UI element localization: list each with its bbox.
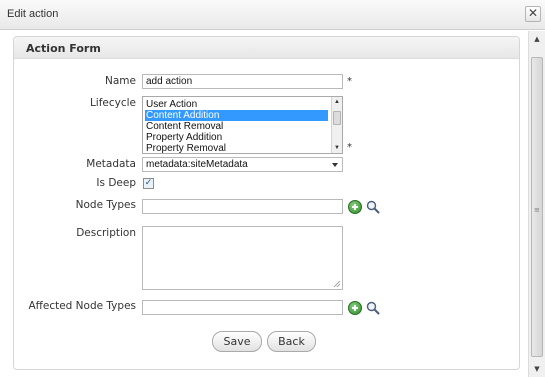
- name-input[interactable]: add action: [142, 74, 343, 89]
- panel-header: Action Form: [14, 37, 519, 59]
- dialog-content: Action Form Name add action * Lifecycle …: [0, 31, 527, 377]
- lifecycle-label: Lifecycle: [89, 97, 136, 109]
- save-button[interactable]: Save: [212, 331, 262, 352]
- lifecycle-listbox[interactable]: User Action Content Addition Content Rem…: [142, 96, 343, 154]
- node-types-input[interactable]: [142, 199, 343, 214]
- lifecycle-option[interactable]: Content Removal: [145, 121, 223, 132]
- add-icon[interactable]: [348, 200, 362, 214]
- description-label: Description: [76, 227, 136, 239]
- lifecycle-scroll-thumb[interactable]: [333, 111, 341, 125]
- lifecycle-option[interactable]: Property Removal: [145, 143, 226, 153]
- dialog-titlebar: Edit action ✕: [0, 0, 545, 30]
- description-textarea[interactable]: [142, 226, 343, 290]
- resize-grip-icon[interactable]: [334, 281, 340, 287]
- is-deep-checkbox[interactable]: ✓: [143, 178, 154, 189]
- name-label: Name: [105, 75, 136, 87]
- lifecycle-required-mark: *: [347, 142, 352, 153]
- dialog-scrollbar[interactable]: ▲ ≡ ▼: [528, 31, 545, 377]
- add-icon[interactable]: [348, 301, 362, 315]
- scroll-up-icon[interactable]: ▲: [332, 97, 342, 107]
- lifecycle-option-selected[interactable]: Content Addition: [145, 110, 328, 121]
- affected-node-types-label: Affected Node Types: [28, 300, 136, 312]
- affected-node-types-input[interactable]: [142, 300, 343, 315]
- panel-title: Action Form: [26, 42, 101, 55]
- is-deep-label: Is Deep: [96, 177, 136, 189]
- metadata-select[interactable]: metadata:siteMetadata: [142, 157, 343, 172]
- lifecycle-option[interactable]: User Action: [145, 99, 197, 110]
- search-icon[interactable]: [366, 301, 380, 315]
- dialog-title: Edit action: [7, 8, 59, 20]
- metadata-label: Metadata: [86, 158, 136, 170]
- lifecycle-scrollbar[interactable]: ▲ ▼: [331, 97, 342, 153]
- scroll-grip-icon: ≡: [534, 206, 540, 214]
- node-types-label: Node Types: [75, 199, 136, 211]
- action-form-panel: Action Form Name add action * Lifecycle …: [13, 36, 520, 370]
- chevron-down-icon: [332, 163, 338, 167]
- lifecycle-option[interactable]: Property Addition: [145, 132, 222, 143]
- scroll-up-icon[interactable]: ▲: [529, 31, 545, 47]
- metadata-value: metadata:siteMetadata: [146, 159, 248, 170]
- scroll-down-icon[interactable]: ▼: [332, 143, 342, 153]
- scroll-down-icon[interactable]: ▼: [529, 361, 545, 377]
- close-icon[interactable]: ✕: [525, 6, 541, 22]
- search-icon[interactable]: [366, 200, 380, 214]
- name-required-mark: *: [347, 76, 352, 87]
- back-button[interactable]: Back: [267, 331, 316, 352]
